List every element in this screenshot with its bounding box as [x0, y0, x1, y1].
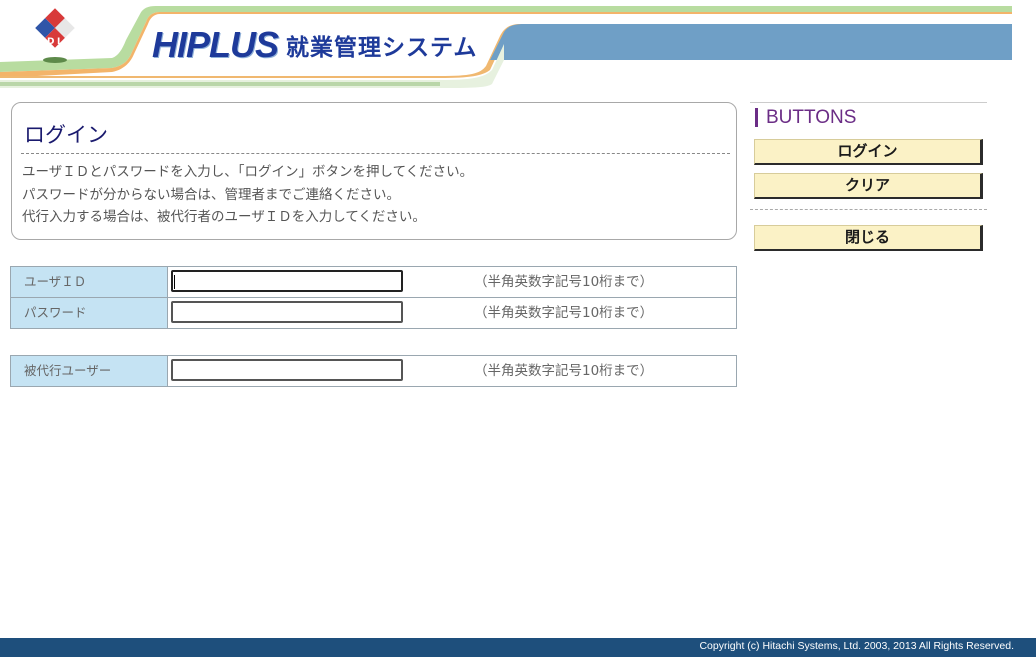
buttons-header: BUTTONS: [755, 108, 856, 127]
user-id-row: ユーザＩＤ （半角英数字記号10桁まで）: [11, 267, 736, 297]
instruction-line: 代行入力する場合は、被代行者のユーザＩＤを入力してください。: [22, 209, 426, 225]
text-cursor: [174, 275, 175, 289]
instructions: ユーザＩＤとパスワードを入力し、「ログイン」ボタンを押してください。 パスワード…: [22, 161, 473, 229]
credentials-form: ユーザＩＤ （半角英数字記号10桁まで） パスワード （半角英数字記号10桁まで…: [10, 266, 737, 329]
copyright-text: Copyright (c) Hitachi Systems, Ltd. 2003…: [699, 640, 1014, 652]
proxy-user-label: 被代行ユーザー: [11, 356, 168, 386]
password-input[interactable]: [171, 301, 403, 323]
footer-bar: Copyright (c) Hitachi Systems, Ltd. 2003…: [0, 638, 1036, 657]
login-info-panel: ログイン ユーザＩＤとパスワードを入力し、「ログイン」ボタンを押してください。 …: [11, 102, 737, 240]
company-logo-icon: D I: [33, 4, 79, 64]
user-id-hint: （半角英数字記号10桁まで）: [474, 274, 654, 290]
brand-main: HIPLUS: [152, 24, 279, 65]
panel-top-line: [750, 102, 987, 103]
instruction-line: パスワードが分からない場合は、管理者までご連絡ください。: [22, 186, 400, 203]
login-button[interactable]: ログイン: [754, 139, 983, 165]
clear-button[interactable]: クリア: [754, 173, 983, 199]
buttons-panel: BUTTONS ログイン クリア 閉じる: [750, 102, 987, 262]
password-row: パスワード （半角英数字記号10桁まで）: [11, 297, 736, 328]
proxy-form: 被代行ユーザー （半角英数字記号10桁まで）: [10, 355, 737, 387]
password-label: パスワード: [11, 298, 168, 328]
buttons-divider: [750, 209, 987, 210]
app-header: D I HIPLUS 就業管理システム: [0, 0, 1036, 90]
page-title: ログイン: [24, 123, 108, 147]
svg-text:I: I: [57, 37, 60, 47]
close-button[interactable]: 閉じる: [754, 225, 983, 251]
user-id-input[interactable]: [171, 270, 403, 292]
proxy-user-hint: （半角英数字記号10桁まで）: [474, 363, 654, 379]
brand-subtitle: 就業管理システム: [286, 35, 478, 61]
password-hint: （半角英数字記号10桁まで）: [474, 305, 654, 321]
proxy-user-row: 被代行ユーザー （半角英数字記号10桁まで）: [11, 356, 736, 386]
instruction-line: ユーザＩＤとパスワードを入力し、「ログイン」ボタンを押してください。: [22, 164, 474, 180]
user-id-label: ユーザＩＤ: [11, 267, 168, 297]
proxy-user-input[interactable]: [171, 359, 403, 381]
svg-text:D: D: [47, 37, 54, 47]
brand-title: HIPLUS 就業管理システム: [152, 20, 477, 70]
title-divider: [21, 153, 730, 154]
